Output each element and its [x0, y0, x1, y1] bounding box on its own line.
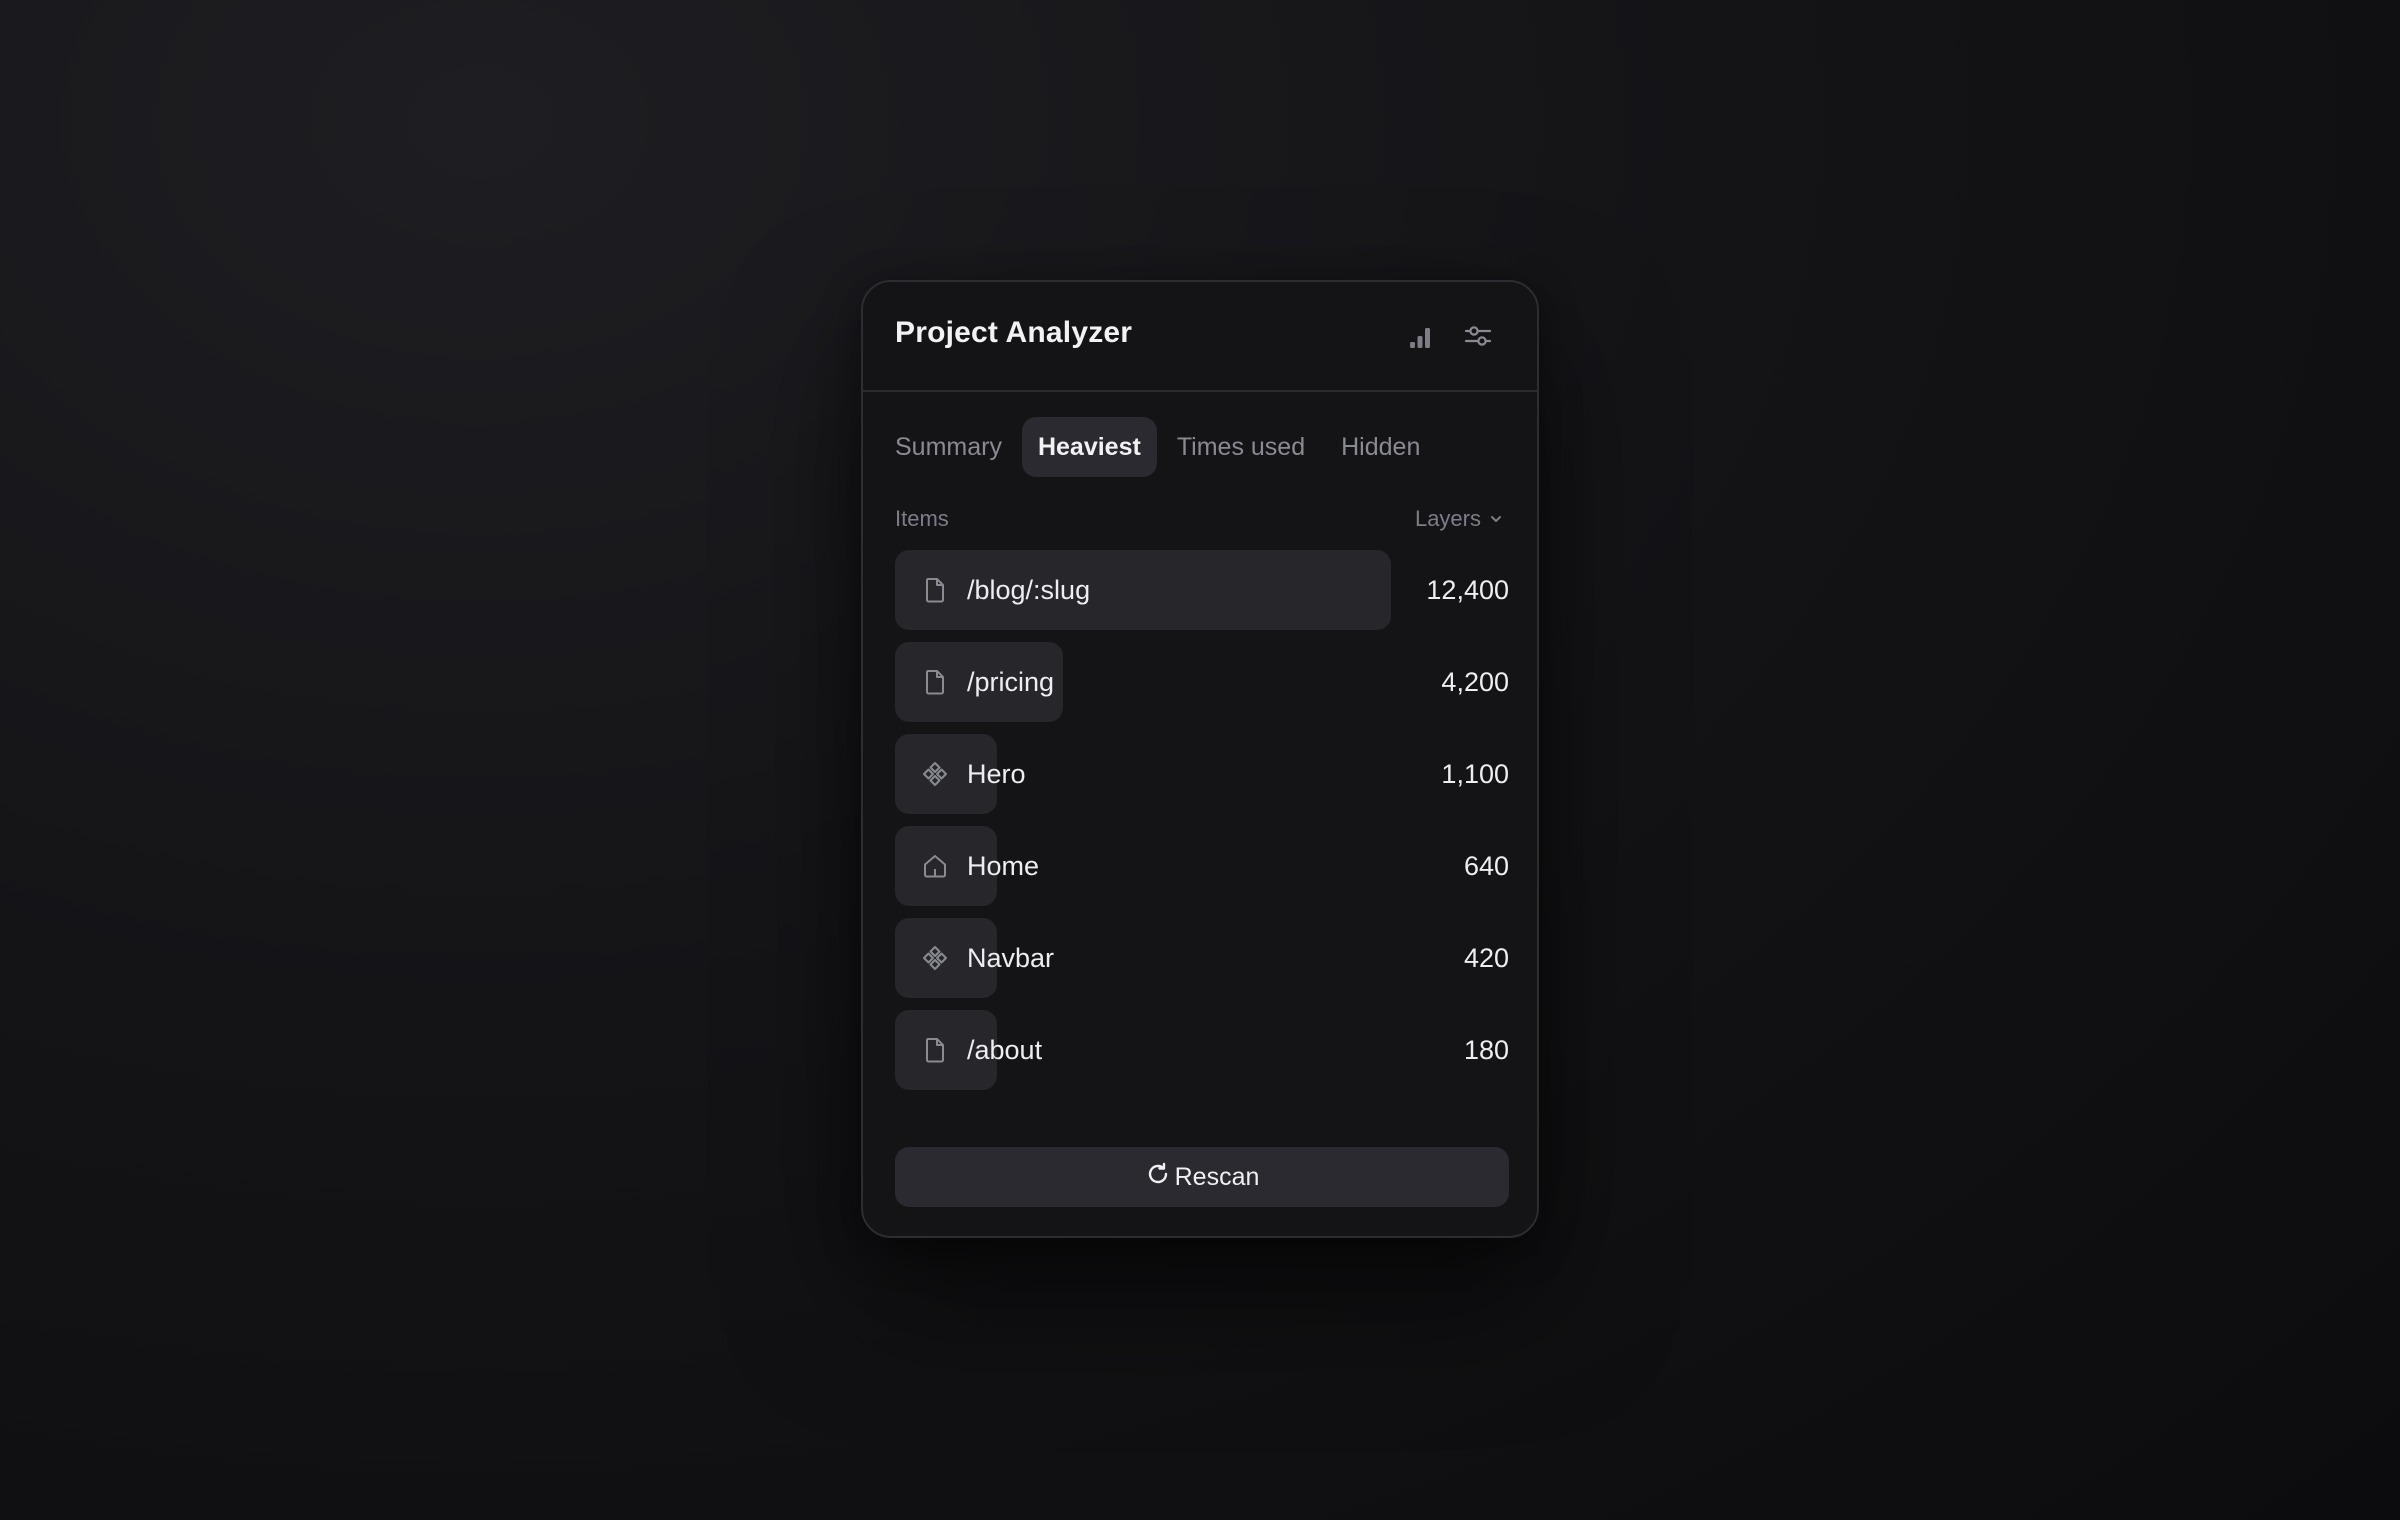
row-layer-count: 12,400 [1426, 574, 1509, 605]
chevron-down-icon [1489, 506, 1503, 532]
list-item[interactable]: Hero 1,100 [895, 734, 1509, 814]
tab-summary[interactable]: Summary [879, 417, 1018, 477]
rescan-label: Rescan [1174, 1162, 1260, 1191]
list-item[interactable]: Home 640 [895, 826, 1509, 906]
page-icon [919, 1034, 951, 1066]
row-name: /about [967, 1034, 1043, 1065]
sort-by-label: Layers [1414, 506, 1481, 531]
refresh-icon [1145, 1161, 1171, 1194]
row-layer-count: 420 [1463, 942, 1509, 973]
list-item[interactable]: /pricing 4,200 [895, 642, 1509, 722]
page-icon [919, 574, 951, 606]
home-icon [919, 850, 951, 882]
tab-bar: Summary Heaviest Times used Hidden [879, 417, 1440, 477]
list-item[interactable]: /about 180 [895, 1010, 1509, 1090]
panel-title: Project Analyzer [895, 316, 1133, 349]
component-icon [919, 942, 951, 974]
bar-chart-icon[interactable] [1404, 318, 1440, 354]
items-column-header: Items [895, 506, 949, 531]
row-name: Home [967, 850, 1040, 881]
sort-by-dropdown[interactable]: Layers [1415, 506, 1503, 532]
row-name: Navbar [967, 942, 1055, 973]
rescan-button[interactable]: Rescan [895, 1147, 1509, 1207]
items-list: /blog/:slug 12,400/pricing 4,200 Hero 1,100 H… [895, 550, 1509, 1102]
row-name: /blog/:slug [967, 574, 1091, 605]
page-icon [919, 666, 951, 698]
row-layer-count: 640 [1463, 850, 1509, 881]
tab-heaviest[interactable]: Heaviest [1021, 417, 1157, 477]
tab-times-used[interactable]: Times used [1161, 417, 1321, 477]
row-name: /pricing [967, 666, 1055, 697]
panel-header: Project Analyzer [863, 282, 1537, 392]
row-name: Hero [967, 758, 1026, 789]
row-layer-count: 4,200 [1441, 666, 1509, 697]
sliders-icon[interactable] [1460, 318, 1496, 354]
component-icon [919, 758, 951, 790]
list-item[interactable]: /blog/:slug 12,400 [895, 550, 1509, 630]
row-layer-count: 1,100 [1441, 758, 1509, 789]
analyzer-panel: Project Analyzer Summary Heaviest Times us… [861, 280, 1539, 1238]
tab-hidden[interactable]: Hidden [1325, 417, 1436, 477]
list-item[interactable]: Navbar 420 [895, 918, 1509, 998]
row-layer-count: 180 [1463, 1034, 1509, 1065]
